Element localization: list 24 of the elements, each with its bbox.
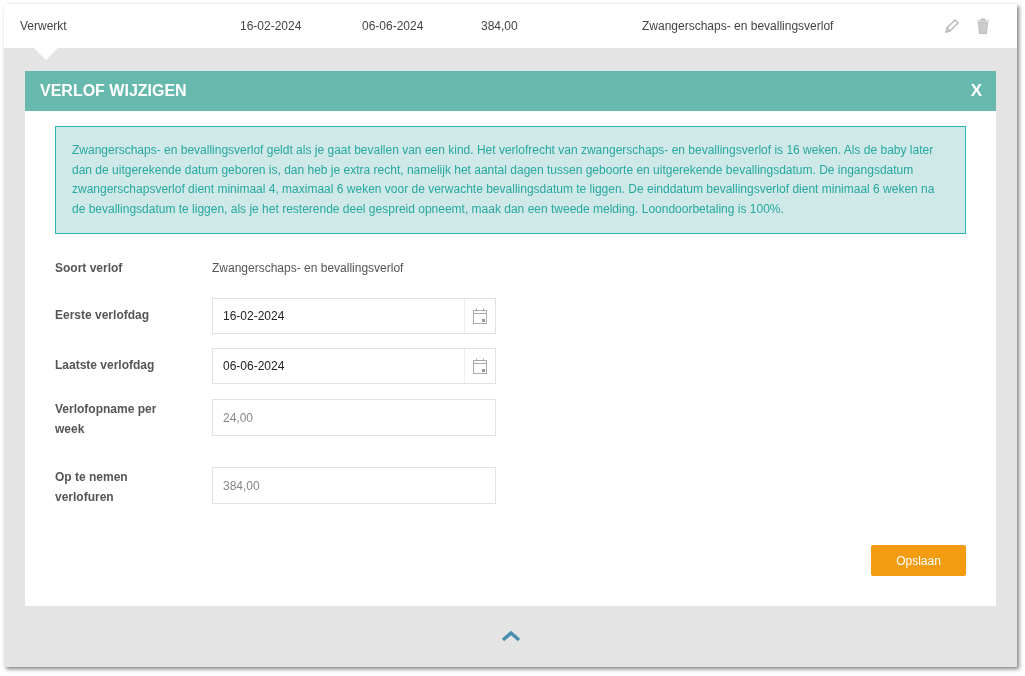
chevron-up-icon[interactable] xyxy=(500,630,521,642)
number-field[interactable]: 24,00 xyxy=(212,399,496,436)
field-label: Op te nemen verlofuren xyxy=(55,469,129,506)
field-label: Soort verlof xyxy=(55,260,124,277)
end-date-cell: 06-06-2024 xyxy=(362,19,424,33)
status-cell: Verwerkt xyxy=(20,19,67,33)
field-label: Verlofopname per week xyxy=(55,401,158,438)
close-button[interactable]: X xyxy=(970,81,982,101)
field-label: Eerste verlofdag xyxy=(55,307,151,324)
trash-icon[interactable] xyxy=(976,18,990,34)
field-value: Zwangerschaps- en bevallingsverlof xyxy=(212,260,404,277)
dialog-title: VERLOF WIJZIGEN xyxy=(40,82,187,100)
date-field[interactable]: 06-06-2024 xyxy=(212,348,496,384)
calendar-icon[interactable] xyxy=(473,358,487,374)
field-label: Laatste verlofdag xyxy=(55,357,156,374)
number-field[interactable]: 384,00 xyxy=(212,467,496,504)
calendar-icon[interactable] xyxy=(473,308,487,324)
save-button[interactable]: Opslaan xyxy=(871,545,966,576)
info-box: Zwangerschaps- en bevallingsverlof geldt als je gaat bevallen van een kind. Het verlofrecht van zwangerschaps- en bevallingsverlof is 16 weken. Als de baby later dan de uitgerekende datum geboren is, dan heb je extra recht, namelijk het aantal dagen tussen geboorte en uitgerekende bevallingsdatum. De ingangsdatum zwangerschapsverlof dient minimaal 4, maximaal 6 weken voor de verwachte bevallingsdatum te liggen. De einddatum bevallingsverlof dient minimaal 6 weken na de bevallingsdatum te liggen, als je het resterende deel gespreid opneemt, maak dan een tweede melding. Loondoorbetaling is 100%. xyxy=(55,126,966,234)
hours-cell: 384,00 xyxy=(481,19,518,33)
date-field[interactable]: 16-02-2024 xyxy=(212,298,496,334)
leave-type-cell: Zwangerschaps- en bevallingsverlof xyxy=(642,19,834,33)
start-date-cell: 16-02-2024 xyxy=(240,19,302,33)
pencil-icon[interactable] xyxy=(944,18,960,34)
